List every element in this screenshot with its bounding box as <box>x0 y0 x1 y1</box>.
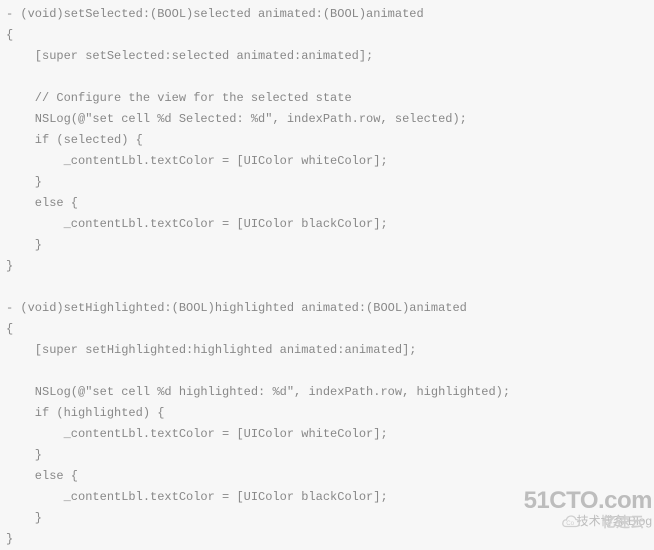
svg-text:Co: Co <box>566 520 574 527</box>
code-block: - (void)setSelected:(BOOL)selected anima… <box>0 4 654 550</box>
watermark-yisu: 亿速云 <box>602 516 644 532</box>
cloud-icon: Co <box>554 514 582 532</box>
